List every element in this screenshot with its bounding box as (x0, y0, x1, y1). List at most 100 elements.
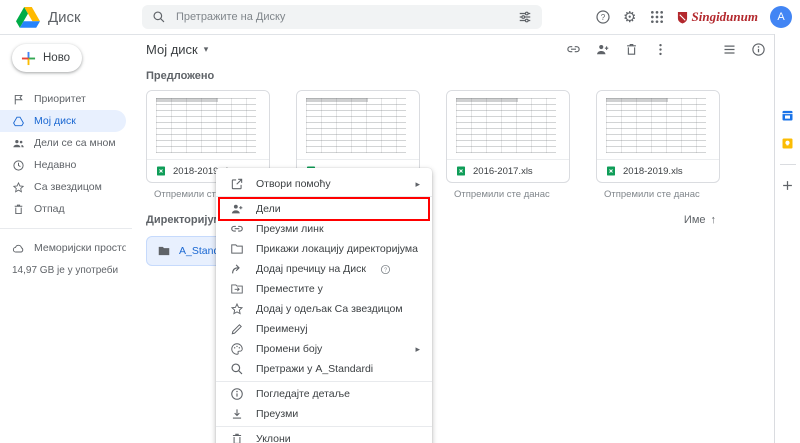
file-name: 2016-2017.xls (473, 166, 533, 177)
file-card-footer: 2016-2017.xls (447, 159, 569, 182)
menu-item-download[interactable]: Преузми (216, 404, 432, 424)
trash-icon[interactable] (624, 42, 639, 57)
calendar-icon[interactable] (780, 108, 795, 123)
crest-icon (677, 11, 688, 24)
sidebar: Ново Приоритет Мој диск Дели се са мном … (0, 34, 132, 443)
menu-divider (216, 426, 432, 427)
google-drive-window: Диск ⚙ Singidunum A Ново Приоритет (0, 0, 800, 443)
search-bar (142, 5, 542, 29)
sidebar-item-label: Приоритет (34, 93, 86, 105)
file-name: 2018-2019.xls (623, 166, 683, 177)
add-addon-icon[interactable] (780, 178, 795, 193)
file-card[interactable]: 2018-2019.xls Отпремили сте данас (596, 90, 720, 200)
submenu-arrow-icon: ▸ (415, 179, 420, 190)
search-input[interactable] (174, 10, 510, 24)
sidebar-nav: Приоритет Мој диск Дели се са мном Недав… (0, 88, 132, 276)
drive-logo-icon (16, 7, 40, 28)
menu-item-label: Дели (256, 203, 281, 215)
xls-file-icon (155, 165, 167, 177)
menu-item-label: Додај у одељак Са звездицом (256, 303, 403, 315)
xls-file-icon (605, 165, 617, 177)
menu-item-show-folder-location[interactable]: Прикажи локацију директоријума (216, 239, 432, 259)
breadcrumb[interactable]: Мој диск ▾ (146, 42, 208, 57)
menu-item-add-to-starred[interactable]: Додај у одељак Са звездицом (216, 299, 432, 319)
menu-item-label: Преузми (256, 408, 298, 420)
menu-item-search-within[interactable]: Претражи у A_Standardi (216, 359, 432, 379)
sidebar-item-my-drive[interactable]: Мој диск (0, 110, 126, 132)
folder-icon (230, 242, 244, 256)
suggested-section-title: Предложено (132, 70, 774, 82)
sidebar-item-storage[interactable]: Меморијски простор (0, 237, 126, 259)
drive-shortcut-icon (230, 262, 244, 276)
menu-item-change-color[interactable]: Промени боју ▸ (216, 339, 432, 359)
apps-grid-icon[interactable] (649, 9, 665, 25)
sidebar-item-starred[interactable]: Са звездицом (0, 176, 126, 198)
card-upload-meta: Отпремили сте данас (454, 189, 570, 200)
sidebar-item-label: Отпад (34, 203, 65, 215)
search-icon (230, 362, 244, 376)
menu-item-label: Додај пречицу на Диск (256, 263, 366, 275)
info-icon[interactable] (751, 42, 766, 57)
sidebar-item-label: Мој диск (34, 115, 76, 127)
keep-icon[interactable] (780, 136, 795, 151)
tune-icon[interactable] (518, 10, 532, 24)
menu-divider (216, 381, 432, 382)
sort-by-name-button[interactable]: Име ↑ (684, 214, 716, 226)
menu-item-open-with[interactable]: Отвори помоћу ▸ (216, 174, 432, 194)
file-card-footer: 2018-2019.xls (597, 159, 719, 182)
sidebar-item-priority[interactable]: Приоритет (0, 88, 126, 110)
get-link-icon[interactable] (566, 42, 581, 57)
file-thumbnail (447, 91, 569, 159)
menu-item-remove[interactable]: Уклони (216, 429, 432, 443)
sidebar-item-trash[interactable]: Отпад (0, 198, 126, 220)
singidunum-logo: Singidunum (677, 9, 759, 25)
help-icon[interactable] (595, 9, 611, 25)
menu-item-share[interactable]: Дели (216, 199, 432, 219)
info-icon (230, 387, 244, 401)
file-card[interactable]: 2016-2017.xls Отпремили сте данас (446, 90, 570, 200)
top-app-bar: Диск ⚙ Singidunum A (0, 0, 800, 35)
menu-item-rename[interactable]: Преименуј (216, 319, 432, 339)
link-icon (230, 222, 244, 236)
people-icon (12, 137, 25, 150)
submenu-arrow-icon: ▸ (415, 344, 420, 355)
folder-icon (157, 244, 171, 258)
sidebar-item-recent[interactable]: Недавно (0, 154, 126, 176)
topbar-actions: ⚙ Singidunum A (595, 6, 800, 28)
menu-item-label: Промени боју (256, 343, 322, 355)
drive-logo[interactable]: Диск (0, 7, 128, 28)
file-thumbnail (297, 91, 419, 159)
spreadsheet-preview (606, 98, 706, 153)
trash-icon (230, 432, 244, 443)
workspace-side-panel (774, 34, 800, 443)
gear-icon[interactable]: ⚙ (623, 10, 636, 25)
storage-usage: 14,97 GB је у употреби (0, 265, 132, 276)
sidebar-item-label: Са звездицом (34, 181, 102, 193)
more-vertical-icon[interactable] (653, 42, 668, 57)
menu-item-view-details[interactable]: Погледајте детаље (216, 384, 432, 404)
folder-move-icon (230, 282, 244, 296)
menu-item-label: Отвори помоћу (256, 178, 331, 190)
pencil-icon (230, 322, 244, 336)
star-icon (12, 181, 25, 194)
person-add-icon[interactable] (595, 42, 610, 57)
avatar[interactable]: A (770, 6, 792, 28)
search-icon[interactable] (152, 10, 166, 24)
list-view-icon[interactable] (722, 42, 737, 57)
star-icon (230, 302, 244, 316)
file-thumbnail (147, 91, 269, 159)
sort-label: Име (684, 214, 706, 226)
menu-item-move-to[interactable]: Преместите у (216, 279, 432, 299)
new-button[interactable]: Ново (12, 44, 82, 72)
menu-item-add-shortcut[interactable]: Додај пречицу на Диск (216, 259, 432, 279)
open-with-icon (230, 177, 244, 191)
file-card-box: 2016-2017.xls (446, 90, 570, 183)
chevron-down-icon: ▾ (204, 44, 209, 55)
sidebar-item-shared-with-me[interactable]: Дели се са мном (0, 132, 126, 154)
spreadsheet-preview (456, 98, 556, 153)
menu-item-get-link[interactable]: Преузми линк (216, 219, 432, 239)
brand-name: Singidunum (692, 9, 759, 25)
cloud-icon (12, 242, 25, 255)
side-panel-divider (780, 164, 796, 165)
menu-item-label: Преузми линк (256, 223, 324, 235)
